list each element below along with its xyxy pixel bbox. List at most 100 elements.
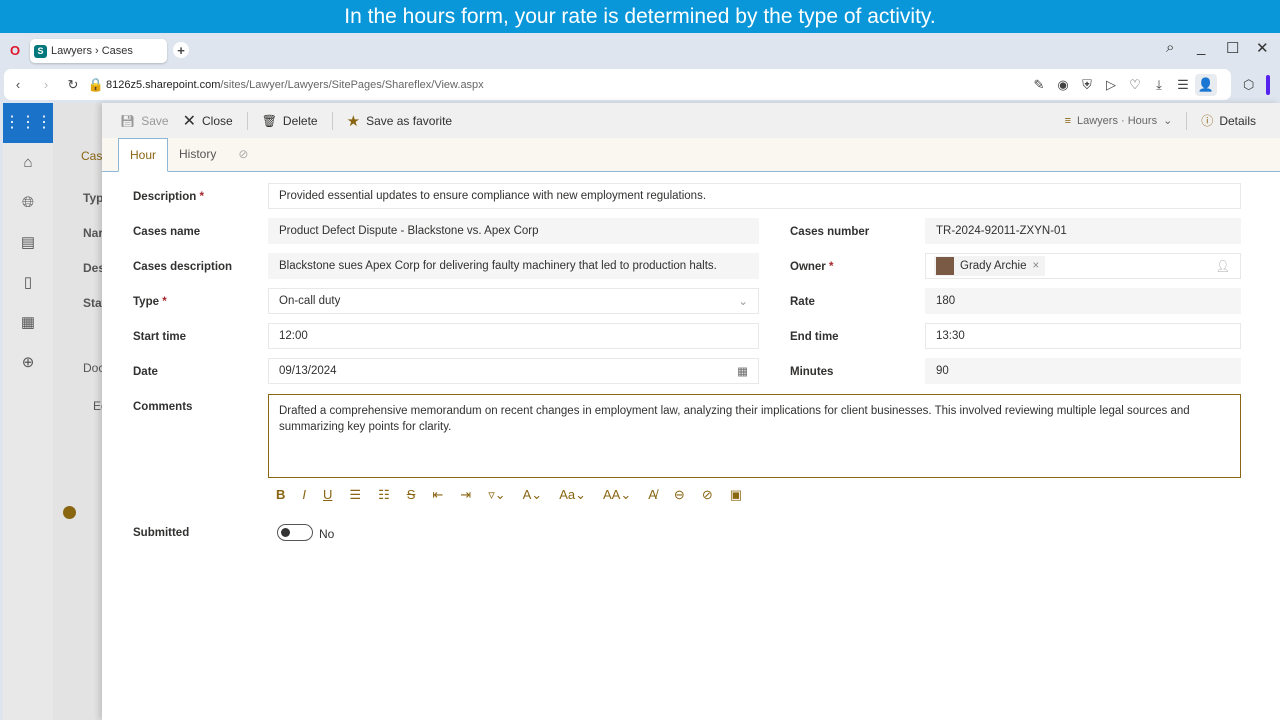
new-tab-button[interactable]: + [173,42,189,58]
unlink-icon[interactable]: ⊘ [702,487,713,503]
details-button[interactable]: ⓘ Details [1201,112,1256,129]
minimize-button[interactable]: _ [1197,39,1205,56]
settings-sliders-icon[interactable]: ☰ [1171,77,1195,93]
tab-title: Lawyers › Cases [51,45,133,57]
rich-text-toolbar: B I U ☰ ☷ S ⇤ ⇥ ▿⌄ A⌄ Aa⌄ AA⌄ A̸ ⊖ ⊘ ▣ [276,487,742,503]
bg-label: Nar [83,226,102,240]
home-icon[interactable]: ⌂ [3,143,53,183]
start-time-input[interactable]: 12:00 [268,323,759,349]
comments-label: Comments [133,401,193,413]
maximize-button[interactable]: ☐ [1226,39,1239,57]
hour-form-panel: 💾︎ Save ✕ Close 🗑︎ Delete ★ Save as favorite… [102,103,1280,720]
tab-history[interactable]: History [168,137,227,171]
tab-hour[interactable]: Hour [118,138,169,172]
remove-owner-icon[interactable]: × [1032,260,1039,272]
highlight-icon[interactable]: ▿⌄ [488,487,505,503]
bg-docs-tab: Doc [83,361,102,375]
bullet-list-icon[interactable]: ☰ [349,487,361,503]
close-label: Close [202,113,233,128]
browser-tab[interactable]: S Lawyers › Cases [30,39,167,63]
extensions-icon[interactable]: ⬡ [1243,77,1254,93]
save-icon: 💾︎ [120,113,136,128]
shield-icon[interactable]: ⛨ [1075,77,1099,93]
font-size-icon[interactable]: AA⌄ [603,487,631,503]
heart-icon[interactable]: ♡ [1123,77,1147,93]
end-time-label: End time [790,331,839,343]
filter-icon: ≡ [1064,114,1071,127]
download-icon[interactable]: ⤓ [1147,77,1171,93]
list-icon[interactable]: ▦ [3,303,53,343]
chevron-down-icon: ⌄ [738,296,748,308]
globe-icon[interactable]: 🌐︎ [3,183,53,223]
save-favorite-button[interactable]: ★ Save as favorite [347,112,453,130]
comments-textarea[interactable]: Drafted a comprehensive memorandum on re… [268,394,1241,478]
cases-description-field: Blackstone sues Apex Corp for delivering… [268,253,759,279]
minutes-label: Minutes [790,366,834,378]
view-selector[interactable]: ≡ Lawyers · Hours ⌄ [1064,114,1173,128]
send-icon[interactable]: ▷ [1099,77,1123,93]
owner-chip: Grady Archie × [934,256,1046,276]
date-label: Date [133,366,158,378]
owner-people-picker[interactable]: Grady Archie × 👤︎ [925,253,1241,279]
indent-icon[interactable]: ⇥ [460,487,471,503]
back-icon[interactable]: ‹ [4,77,32,92]
close-window-button[interactable]: ✕ [1256,39,1269,57]
strikethrough-icon[interactable]: S [407,487,416,503]
bg-label: Des [83,261,102,275]
form-tabs: Hour History ⊘ [102,138,1280,172]
cases-number-label: Cases number [790,226,870,238]
instruction-banner: In the hours form, your rate is determin… [0,0,1280,33]
submitted-toggle[interactable] [277,524,313,541]
background-case-page: Case Typ Nar Des Stat Doc Ed [53,103,102,720]
view-label: Lawyers · Hours [1077,114,1158,127]
bold-icon[interactable]: B [276,487,285,503]
selected-check-icon [63,506,76,519]
description-label: Description * [133,191,204,203]
browser-chrome: O S Lawyers › Cases + ⌕ _ ☐ ✕ ‹ › ↻ 🔒 81… [0,33,1280,103]
italic-icon[interactable]: I [302,487,306,503]
rate-field: 180 [925,288,1241,314]
profile-icon[interactable]: 👤 [1195,73,1217,96]
link-icon[interactable]: ⊖ [674,487,685,503]
description-input[interactable]: Provided essential updates to ensure com… [268,183,1241,209]
numbered-list-icon[interactable]: ☷ [378,487,390,503]
delete-button[interactable]: 🗑︎ Delete [262,114,318,128]
type-dropdown[interactable]: On-call duty ⌄ [268,288,759,314]
date-picker[interactable]: 09/13/2024 ▦ [268,358,759,384]
cases-number-field: TR-2024-92011-ZXYN-01 [925,218,1241,244]
add-icon[interactable]: ⊕ [3,343,53,383]
details-label: Details [1219,113,1256,128]
reload-icon[interactable]: ↻ [60,77,86,93]
star-icon: ★ [346,112,361,130]
news-icon[interactable]: ▤ [3,223,53,263]
sidebar-indicator [1266,75,1270,95]
sharepoint-app-bar: ⋮⋮⋮ ⌂ 🌐︎ ▤ ▯ ▦ ⊕ [3,103,53,720]
camera-icon[interactable]: ◉ [1051,77,1075,93]
bg-label: Stat [83,296,102,310]
address-bar[interactable]: ‹ › ↻ 🔒 8126z5.sharepoint.com/sites/Lawy… [4,69,1231,100]
font-family-icon[interactable]: Aa⌄ [559,487,586,503]
hidden-fields-icon[interactable]: ⊘ [227,137,259,171]
save-button[interactable]: 💾︎ Save [120,114,169,128]
outdent-icon[interactable]: ⇤ [432,487,443,503]
end-time-input[interactable]: 13:30 [925,323,1241,349]
search-tabs-icon[interactable]: ⌕ [1166,39,1174,56]
cases-description-label: Cases description [133,261,233,273]
clear-format-icon[interactable]: A̸ [648,487,657,503]
edit-icon[interactable]: ✎ [1027,77,1051,93]
image-icon[interactable]: ▣ [730,487,742,503]
forward-icon[interactable]: › [32,77,60,92]
minutes-field: 90 [925,358,1241,384]
submitted-label: Submitted [133,527,190,539]
close-button[interactable]: ✕ Close [183,111,233,131]
cases-name-field: Product Defect Dispute - Blackstone vs. … [268,218,759,244]
divider [246,111,248,130]
underline-icon[interactable]: U [323,487,332,503]
calendar-icon[interactable]: ▦ [737,364,748,378]
font-color-icon[interactable]: A⌄ [523,487,543,503]
app-launcher-icon[interactable]: ⋮⋮⋮ [3,103,53,143]
file-icon[interactable]: ▯ [3,263,53,303]
cases-name-label: Cases name [133,226,201,238]
lock-icon: 🔒 [87,76,105,92]
divider [1186,111,1188,130]
